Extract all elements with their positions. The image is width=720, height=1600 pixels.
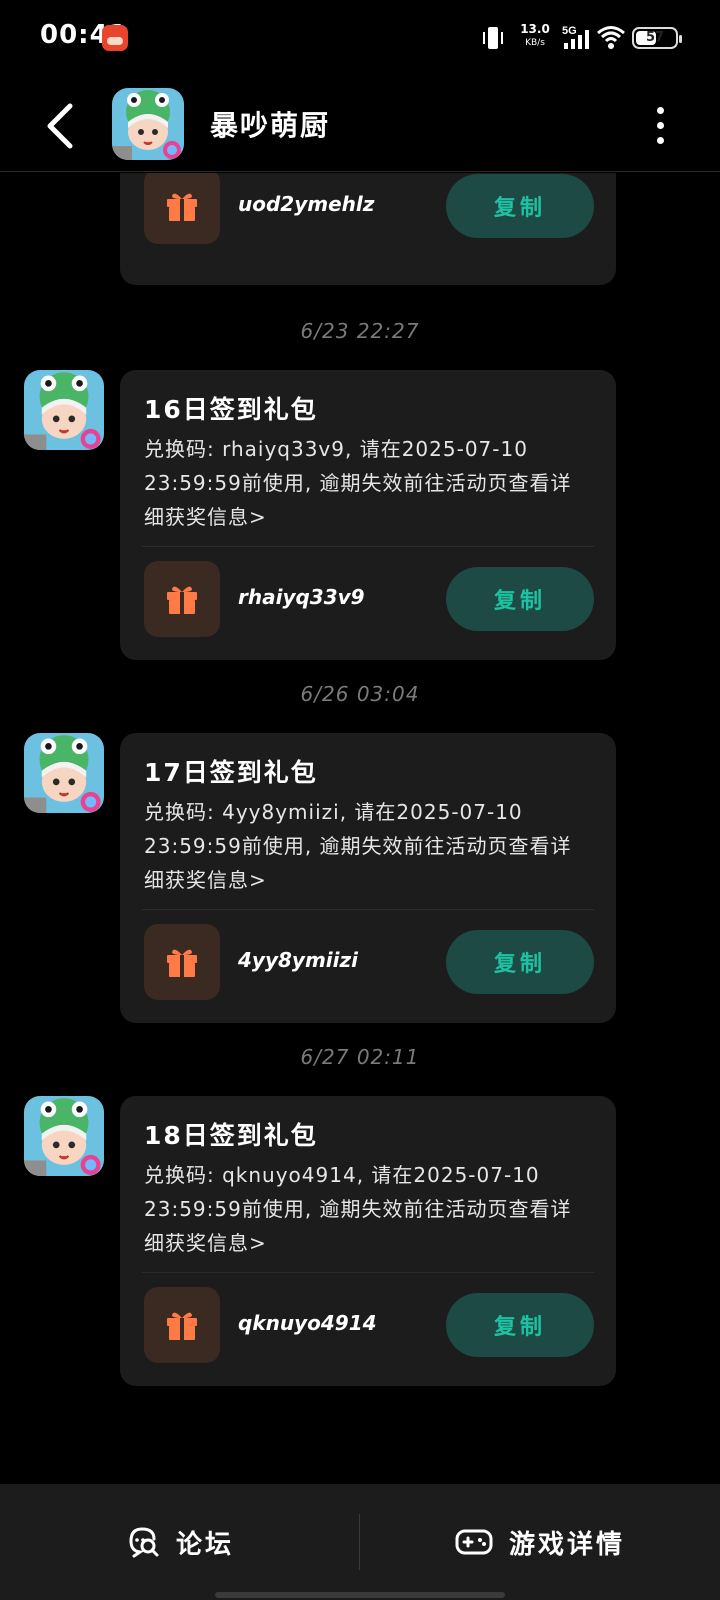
gift-icon-box: [144, 1287, 220, 1363]
copy-button[interactable]: 复制: [446, 930, 594, 994]
gamepad-icon: [455, 1529, 493, 1555]
gift-icon: [167, 586, 197, 614]
battery-level: 57: [645, 30, 665, 45]
message-body[interactable]: 兑换码: qknuyo4914, 请在2025-07-10 23:59:59前使…: [144, 1158, 580, 1260]
gift-icon: [167, 1312, 197, 1340]
more-options-button[interactable]: [640, 100, 680, 150]
chat-header: 暴吵萌厨: [0, 78, 720, 172]
gift-code-row: uod2ymehlz 复制: [142, 173, 594, 244]
game-detail-button[interactable]: 游戏详情: [360, 1484, 720, 1600]
gift-code-row: qknuyo4914 复制: [142, 1272, 594, 1363]
copy-button[interactable]: 复制: [446, 174, 594, 238]
battery-icon: 57: [632, 27, 682, 49]
message-list[interactable]: uod2ymehlz 复制 6/23 22:27 16日签到礼包 兑换码: rh…: [0, 173, 720, 1483]
header-title: 暴吵萌厨: [210, 109, 331, 142]
message-title: 18日签到礼包: [144, 1121, 318, 1150]
message-card: 18日签到礼包 兑换码: qknuyo4914, 请在2025-07-10 23…: [120, 1096, 616, 1386]
copy-button[interactable]: 复制: [446, 1293, 594, 1357]
copy-button[interactable]: 复制: [446, 567, 594, 631]
bottom-nav: 论坛 游戏详情: [0, 1484, 720, 1600]
game-avatar-image: [112, 88, 184, 160]
message-card: 17日签到礼包 兑换码: 4yy8ymiizi, 请在2025-07-10 23…: [120, 733, 616, 1023]
sender-avatar[interactable]: [24, 733, 104, 813]
gift-icon-box: [144, 561, 220, 637]
network-speed: 13.0 KB/s: [520, 22, 550, 48]
cellular-signal-icon: 5G: [562, 25, 589, 49]
message-card: 16日签到礼包 兑换码: rhaiyq33v9, 请在2025-07-10 23…: [120, 370, 616, 660]
gift-code: 4yy8ymiizi: [238, 948, 358, 972]
gift-icon-box: [144, 924, 220, 1000]
gift-code: uod2ymehlz: [238, 192, 375, 216]
home-indicator[interactable]: [215, 1592, 505, 1598]
game-detail-label: 游戏详情: [508, 1529, 625, 1560]
notification-app-icon: [102, 25, 128, 51]
sender-avatar[interactable]: [24, 1096, 104, 1176]
message-timestamp: 6/23 22:27: [300, 319, 420, 343]
back-button[interactable]: [36, 96, 84, 156]
message-card: uod2ymehlz 复制: [120, 173, 616, 285]
gift-icon: [167, 193, 197, 221]
wifi-icon: [597, 26, 625, 49]
gift-code-row: rhaiyq33v9 复制: [142, 546, 594, 637]
more-vertical-icon: [656, 106, 664, 114]
gift-icon: [167, 949, 197, 977]
message-title: 16日签到礼包: [144, 395, 318, 424]
gift-icon-box: [144, 173, 220, 244]
chevron-left-icon: [47, 103, 73, 149]
gift-code: qknuyo4914: [238, 1311, 377, 1335]
svg-text:5G: 5G: [562, 25, 577, 37]
message-title: 17日签到礼包: [144, 758, 318, 787]
chat-search-icon: [129, 1527, 159, 1558]
message-body[interactable]: 兑换码: rhaiyq33v9, 请在2025-07-10 23:59:59前使…: [144, 432, 580, 534]
sender-avatar[interactable]: [24, 370, 104, 450]
vibrate-icon: [483, 27, 503, 49]
message-timestamp: 6/26 03:04: [300, 682, 420, 706]
game-avatar[interactable]: [112, 88, 184, 160]
forum-label: 论坛: [175, 1529, 234, 1560]
message-timestamp: 6/27 02:11: [300, 1045, 420, 1069]
gift-code: rhaiyq33v9: [238, 585, 365, 609]
message-body[interactable]: 兑换码: 4yy8ymiizi, 请在2025-07-10 23:59:59前使…: [144, 795, 580, 897]
status-bar: 00:41 13.0 KB/s 5G 57: [0, 0, 720, 78]
forum-button[interactable]: 论坛: [0, 1484, 360, 1600]
gift-code-row: 4yy8ymiizi 复制: [142, 909, 594, 1000]
